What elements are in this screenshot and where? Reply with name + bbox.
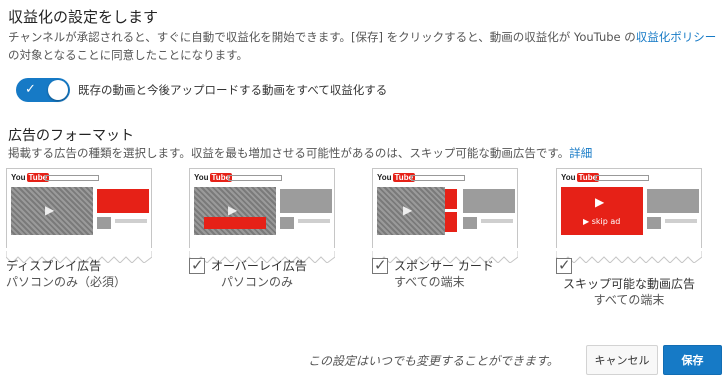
youtube-logo: You Tube — [561, 173, 600, 182]
description-text-1: チャンネルが承認されると、すぐに自動で収益化を開始できます。[保存] をクリック… — [8, 30, 636, 44]
monetization-policy-link[interactable]: 収益化ポリシー — [636, 30, 717, 44]
skippable-ad-title: スキップ可能な動画広告 — [562, 277, 695, 291]
sponsor-card-title: スポンサー カード — [394, 259, 494, 273]
video-player-illustration: ▶︎ — [194, 187, 276, 235]
text-line — [115, 219, 147, 223]
video-player-illustration: ▶︎ — [377, 187, 445, 235]
monetize-toggle-row: ✓ 既存の動画と今後アップロードする動画をすべて収益化する — [16, 78, 387, 102]
ad-formats-description: 掲載する広告の種類を選択します。収益を最も増加させる可能性があるのは、スキップ可… — [8, 145, 592, 161]
check-icon: ✓ — [191, 256, 204, 274]
toggle-label: 既存の動画と今後アップロードする動画をすべて収益化する — [78, 83, 388, 97]
overlay-ad-banner — [204, 217, 266, 229]
thumb-block — [280, 217, 294, 229]
youtube-logo: You Tube — [194, 173, 233, 182]
cancel-button[interactable]: キャンセル — [586, 345, 658, 375]
ad-formats-text: 掲載する広告の種類を選択します。収益を最も増加させる可能性があるのは、スキップ可… — [8, 146, 570, 160]
play-icon: ▶︎ — [595, 195, 605, 209]
side-block — [463, 189, 515, 213]
play-icon: ▶︎ — [403, 203, 413, 217]
search-bar-illustration — [595, 175, 649, 181]
sponsor-card-checkbox[interactable]: ✓ — [372, 256, 388, 274]
display-ad-block — [97, 189, 149, 213]
check-icon: ✓ — [25, 82, 36, 97]
display-ad-illustration: You Tube ▶︎ — [5, 168, 153, 264]
play-icon: ▶︎ — [45, 203, 55, 217]
sponsor-card-illustration: You Tube ▶︎ — [371, 168, 519, 264]
skippable-ad-subtitle: すべての端末 — [593, 293, 665, 307]
settings-change-note: この設定はいつでも変更することができます。 — [308, 354, 559, 368]
check-icon: ✓ — [374, 256, 387, 274]
monetize-toggle[interactable]: ✓ — [16, 78, 70, 102]
youtube-logo: You Tube — [11, 173, 50, 182]
sponsor-card-subtitle: すべての端末 — [394, 275, 465, 289]
overlay-ad-checkbox[interactable]: ✓ — [189, 256, 205, 274]
display-ad-title: ディスプレイ広告 — [6, 259, 102, 273]
monetization-description: チャンネルが承認されると、すぐに自動で収益化を開始できます。[保存] をクリック… — [8, 28, 720, 64]
skippable-ad-checkbox[interactable]: ✓ — [556, 256, 572, 274]
ad-formats-title: 広告のフォーマット — [8, 128, 134, 144]
save-button[interactable]: 保存 — [663, 345, 722, 375]
text-line — [481, 219, 513, 223]
search-bar-illustration — [45, 175, 99, 181]
display-ad-option: ディスプレイ広告 パソコンのみ（必須） — [6, 258, 126, 290]
overlay-ad-option: ✓ オーバーレイ広告 パソコンのみ — [189, 256, 307, 290]
overlay-ad-illustration: You Tube ▶︎ — [188, 168, 336, 264]
overlay-ad-title: オーバーレイ広告 — [211, 259, 307, 273]
skip-ad-label: ▶ skip ad — [583, 217, 621, 226]
overlay-ad-subtitle: パソコンのみ — [221, 275, 294, 289]
video-player-illustration: ▶︎ — [11, 187, 93, 235]
play-icon: ▶︎ — [228, 203, 238, 217]
sponsor-card-top — [445, 189, 457, 209]
skippable-ad-illustration: You Tube ▶︎ ▶ skip ad — [555, 168, 703, 264]
thumb-block — [97, 217, 111, 229]
check-icon: ✓ — [558, 256, 571, 274]
sponsor-card-option: ✓ スポンサー カード すべての端末 — [372, 256, 494, 290]
skippable-ad-video: ▶︎ ▶ skip ad — [561, 187, 643, 235]
learn-more-link[interactable]: 詳細 — [569, 146, 592, 160]
thumb-block — [463, 217, 477, 229]
page-title: 収益化の設定をします — [8, 8, 159, 26]
youtube-logo: You Tube — [377, 173, 416, 182]
side-block — [647, 189, 699, 213]
side-block — [280, 189, 332, 213]
description-text-2: の対象となることに同意したことになります。 — [8, 48, 249, 62]
thumb-block — [647, 217, 661, 229]
toggle-knob — [48, 80, 68, 100]
sponsor-card-bottom — [445, 212, 457, 232]
search-bar-illustration — [411, 175, 465, 181]
skippable-ad-option: ✓ スキップ可能な動画広告 すべての端末 — [556, 256, 702, 308]
display-ad-subtitle: パソコンのみ（必須） — [6, 275, 127, 289]
search-bar-illustration — [228, 175, 282, 181]
text-line — [298, 219, 330, 223]
text-line — [665, 219, 697, 223]
